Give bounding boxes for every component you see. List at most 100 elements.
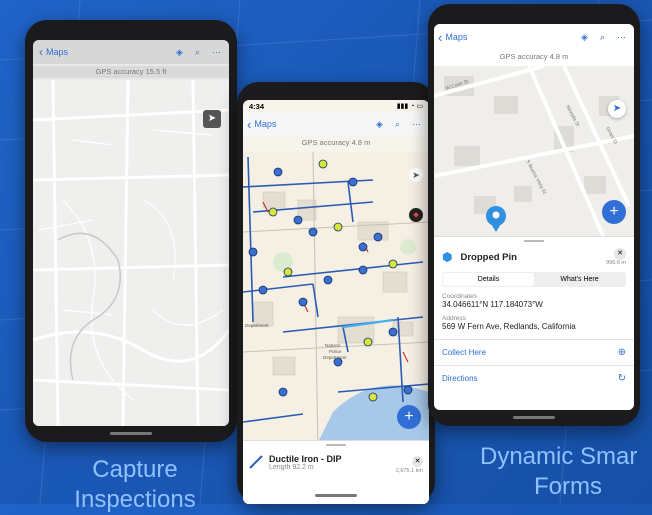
back-button[interactable]: ‹ Maps [33,45,68,59]
compass-icon: ⬥ [413,210,419,219]
map-label-1: Nations [325,343,341,348]
phone-left-screen: ‹ Maps ◈ ⌕ ⋯ GPS accuracy 15.5 ft ➤ [33,40,229,426]
map-label-2: Police [329,349,342,354]
add-button[interactable]: + [602,200,626,224]
valve-marker[interactable] [373,232,383,242]
phone-center-screen: 4:34 ▮▮▮ ◔ ▭ ‹ Maps ◈ ⌕ ⋯ GPS accuracy 4… [243,100,429,504]
caption-right-line2: Forms [534,473,602,500]
valve-marker[interactable] [368,392,378,402]
tab-details[interactable]: Details [443,273,534,286]
locate-button[interactable]: ➤ [608,100,626,118]
plus-icon: + [609,203,619,220]
close-button[interactable]: ✕ [614,248,626,260]
pin-details-panel: ⬢ Dropped Pin ✕ 996.6 m Details What's H… [434,236,634,410]
valve-marker[interactable] [318,159,328,169]
valve-marker[interactable] [363,337,373,347]
location-arrow-icon: ➤ [207,113,217,124]
caption-right-line1: Dynamic Smar [480,443,638,470]
more-icon[interactable]: ⋯ [212,47,221,58]
chevron-left-icon: ‹ [247,116,252,132]
map-view[interactable] [33,80,229,426]
status-time: 4:34 [249,101,265,111]
collect-here-label: Collect Here [442,348,487,357]
panel-title: Dropped Pin [460,251,517,263]
address-label: Address [442,315,466,322]
caption-left-line1: Capture [92,456,178,483]
gps-accuracy: GPS accuracy 15.5 ft [33,66,229,78]
layers-icon[interactable]: ◈ [176,47,183,58]
directions-label: Directions [442,374,478,383]
valve-marker[interactable] [293,215,303,225]
collect-here-row[interactable]: Collect Here ⊕ [434,339,634,365]
nav-bar: ‹ Maps ◈ ⌕ ⋯ [243,112,429,136]
panel-grabber [524,240,544,242]
valve-marker[interactable] [283,267,293,277]
card-title: Ductile Iron - DIP [269,453,342,464]
valve-marker[interactable] [403,385,413,395]
caption-left-line2: Inspections [74,486,196,513]
coords-value: 34.046611°N 117.184073°W [442,300,543,309]
add-button[interactable]: + [397,405,421,429]
home-indicator [513,416,555,419]
valve-marker[interactable] [278,387,288,397]
valve-marker[interactable] [268,207,278,217]
valve-marker[interactable] [358,242,368,252]
locate-button[interactable]: ➤ [409,168,423,182]
valve-marker[interactable] [323,275,333,285]
home-indicator [315,494,357,497]
card-distance: 2,675.1 km [395,468,423,474]
back-button[interactable]: ‹ Maps [434,30,467,45]
panel-distance: 996.6 m [606,260,626,266]
phone-center: 4:34 ▮▮▮ ◔ ▭ ‹ Maps ◈ ⌕ ⋯ GPS accuracy 4… [237,82,435,504]
search-icon[interactable]: ⌕ [195,47,200,58]
valve-marker[interactable] [258,285,268,295]
search-icon[interactable]: ⌕ [395,119,400,130]
gps-accuracy: GPS accuracy 4.8 m [301,138,371,147]
close-icon: ✕ [617,250,623,257]
caption-right: Dynamic Smar Forms [470,442,652,502]
phone-right-screen: ‹ Maps ◈ ⌕ ⋯ GPS accuracy 4.8 m W Cook S… [434,24,634,410]
valve-marker[interactable] [348,177,358,187]
directions-row[interactable]: Directions ↻ [434,365,634,391]
gps-accuracy: GPS accuracy 4.8 m [499,52,569,61]
back-label: Maps [46,47,69,57]
layers-icon[interactable]: ◈ [376,119,383,130]
close-icon: ✕ [414,458,421,465]
home-indicator [110,432,152,435]
valve-marker[interactable] [333,222,343,232]
more-icon[interactable]: ⋯ [617,32,626,43]
phone-left: ‹ Maps ◈ ⌕ ⋯ GPS accuracy 15.5 ft ➤ [25,20,237,442]
address-value: 569 W Fern Ave, Redlands, California [442,322,576,331]
segmented-tabs: Details What's Here [442,272,626,287]
valve-marker[interactable] [248,247,258,257]
valve-marker[interactable] [298,297,308,307]
pipe-line-icon [249,455,263,469]
search-icon[interactable]: ⌕ [600,32,605,43]
valve-marker[interactable] [273,167,283,177]
card-grabber [326,444,346,446]
layers-icon[interactable]: ◈ [581,32,588,43]
pin-icon: ⬢ [442,250,453,264]
map-label-0: Department [245,323,269,328]
tab-whats-here[interactable]: What's Here [534,273,625,286]
valve-marker[interactable] [388,327,398,337]
valve-marker[interactable] [308,227,318,237]
phone-right: ‹ Maps ◈ ⌕ ⋯ GPS accuracy 4.8 m W Cook S… [428,4,640,426]
coords-label: Coordinates [442,293,478,300]
close-button[interactable]: ✕ [412,456,423,467]
status-icons: ▮▮▮ ◔ ▭ [396,103,423,110]
caption-left: Capture Inspections [40,455,230,515]
location-arrow-icon: ➤ [412,170,420,180]
valve-marker[interactable] [388,259,398,269]
back-button[interactable]: ‹ Maps [243,117,276,132]
more-icon[interactable]: ⋯ [412,119,421,130]
add-circle-icon: ⊕ [617,347,626,358]
valve-marker[interactable] [358,265,368,275]
nav-bar: ‹ Maps ◈ ⌕ ⋯ [33,40,229,64]
card-subtitle: Length 92.2 m [269,463,314,471]
back-label: Maps [445,32,468,42]
locate-button[interactable]: ➤ [203,110,221,128]
chevron-left-icon: ‹ [39,45,43,59]
compass-button[interactable]: ⬥ [409,208,423,222]
status-bar: 4:34 ▮▮▮ ◔ ▭ [243,100,429,112]
